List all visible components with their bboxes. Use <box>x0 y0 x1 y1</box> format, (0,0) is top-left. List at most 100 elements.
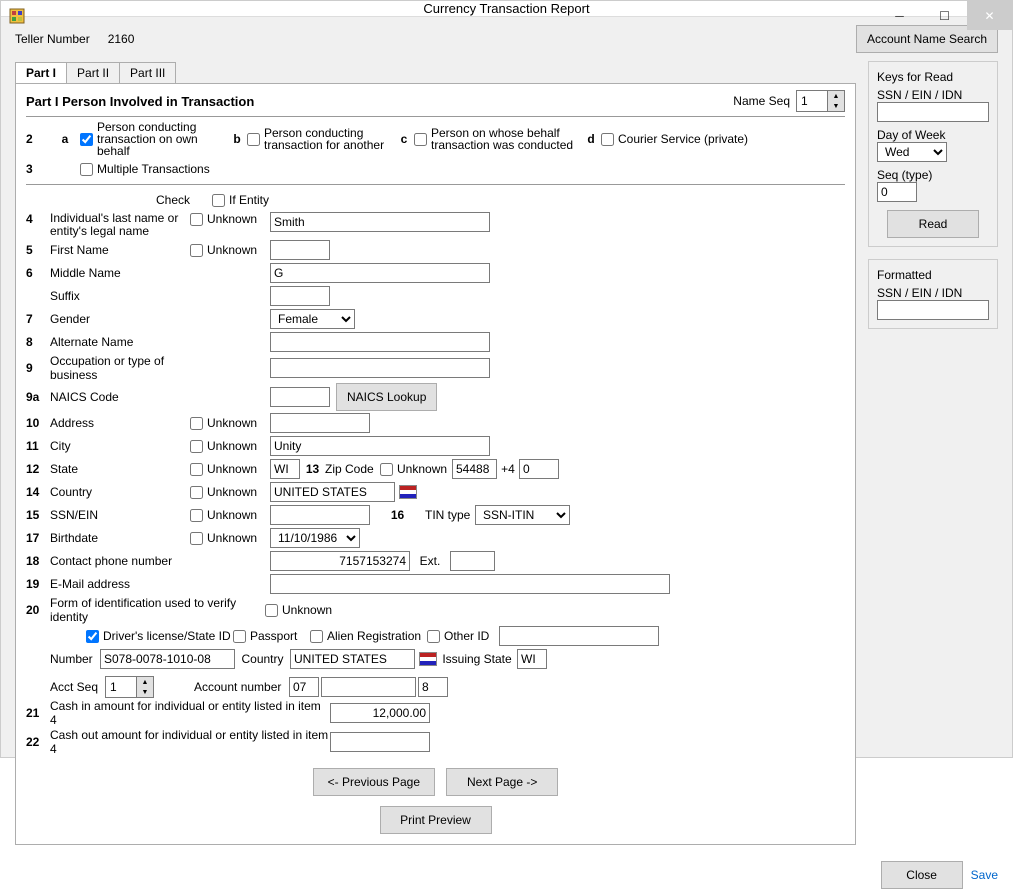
country-label: Country <box>50 485 190 499</box>
altname-input[interactable] <box>270 332 490 352</box>
flag-icon[interactable] <box>419 652 437 666</box>
prev-page-button[interactable]: <- Previous Page <box>313 768 435 796</box>
acctseq-spinner[interactable]: ▲▼ <box>105 676 154 698</box>
opt-b-check[interactable] <box>247 133 260 146</box>
item-18: 18 <box>26 554 50 568</box>
spin-down-icon[interactable]: ▼ <box>137 687 153 697</box>
city-input[interactable] <box>270 436 490 456</box>
issuing-label: Issuing State <box>437 652 517 666</box>
acct-suf-input[interactable] <box>418 677 448 697</box>
country-unknown-check[interactable] <box>190 486 203 499</box>
birthdate-select[interactable]: 11/10/1986 <box>270 528 360 548</box>
cashin-input[interactable] <box>330 703 430 723</box>
dl-check[interactable] <box>86 630 99 643</box>
middlename-input[interactable] <box>270 263 490 283</box>
lastname-input[interactable] <box>270 212 490 232</box>
teller-number-value: 2160 <box>108 32 135 46</box>
otherid-label: Other ID <box>444 629 499 643</box>
keys-title: Keys for Read <box>877 70 989 84</box>
passport-check[interactable] <box>233 630 246 643</box>
item-15: 15 <box>26 508 50 522</box>
next-page-button[interactable]: Next Page -> <box>446 768 558 796</box>
side-ssn-input[interactable] <box>877 102 989 122</box>
state-unknown-check[interactable] <box>190 463 203 476</box>
email-input[interactable] <box>270 574 670 594</box>
idnum-input[interactable] <box>100 649 235 669</box>
acct-mid-input[interactable] <box>321 677 416 697</box>
close-window-button[interactable]: ✕ <box>967 1 1012 30</box>
gender-label: Gender <box>50 312 190 326</box>
firstname-input[interactable] <box>270 240 330 260</box>
firstname-label: First Name <box>50 243 190 257</box>
cashout-label: Cash out amount for individual or entity… <box>50 728 330 756</box>
country-input[interactable] <box>270 482 395 502</box>
opt-a-label: a <box>50 132 80 146</box>
item-14: 14 <box>26 485 50 499</box>
item-6: 6 <box>26 266 50 280</box>
state-input[interactable] <box>270 459 300 479</box>
acctseq-label: Acct Seq <box>50 680 105 694</box>
ssn-input[interactable] <box>270 505 370 525</box>
formatted-title: Formatted <box>877 268 989 282</box>
side-ssn-label: SSN / EIN / IDN <box>877 88 989 102</box>
occupation-input[interactable] <box>270 358 490 378</box>
opt-c-check[interactable] <box>414 133 427 146</box>
otherid-input[interactable] <box>499 626 659 646</box>
read-button[interactable]: Read <box>887 210 979 238</box>
idform-unknown-check[interactable] <box>265 604 278 617</box>
item-20: 20 <box>26 603 50 617</box>
dow-select[interactable]: Wed <box>877 142 947 162</box>
ext-input[interactable] <box>450 551 495 571</box>
naics-lookup-button[interactable]: NAICS Lookup <box>336 383 437 411</box>
multi-trans-check[interactable] <box>80 163 93 176</box>
seq-input[interactable] <box>877 182 917 202</box>
address-unknown-check[interactable] <box>190 417 203 430</box>
opt-a-check[interactable] <box>80 133 93 146</box>
spin-up-icon[interactable]: ▲ <box>137 677 153 687</box>
tab-part1[interactable]: Part I <box>15 62 67 83</box>
acct-pre-input[interactable] <box>289 677 319 697</box>
if-entity-check[interactable] <box>212 194 225 207</box>
address-input[interactable] <box>270 413 370 433</box>
item-13: 13 <box>300 462 325 476</box>
tintype-select[interactable]: SSN-ITIN <box>475 505 570 525</box>
ext-label: Ext. <box>410 554 450 568</box>
maximize-button[interactable]: ☐ <box>922 1 967 30</box>
minimize-button[interactable]: ─ <box>877 1 922 30</box>
idcountry-input[interactable] <box>290 649 415 669</box>
save-link[interactable]: Save <box>971 868 998 882</box>
birthdate-unknown-check[interactable] <box>190 532 203 545</box>
tintype-label: TIN type <box>425 508 475 522</box>
phone-input[interactable] <box>270 551 410 571</box>
lastname-unknown-check[interactable] <box>190 213 203 226</box>
gender-select[interactable]: Female <box>270 309 355 329</box>
tab-part2[interactable]: Part II <box>66 62 120 83</box>
naics-input[interactable] <box>270 387 330 407</box>
spin-down-icon[interactable]: ▼ <box>828 101 844 111</box>
item-22: 22 <box>26 735 50 749</box>
ssn-label: SSN/EIN <box>50 508 190 522</box>
print-preview-button[interactable]: Print Preview <box>380 806 492 834</box>
suffix-input[interactable] <box>270 286 330 306</box>
flag-icon[interactable] <box>399 485 417 499</box>
firstname-unknown-check[interactable] <box>190 244 203 257</box>
zip-input[interactable] <box>452 459 497 479</box>
spin-up-icon[interactable]: ▲ <box>828 91 844 101</box>
formatted-panel: Formatted SSN / EIN / IDN <box>868 259 998 329</box>
opt-d-label: d <box>581 132 601 146</box>
otherid-check[interactable] <box>427 630 440 643</box>
close-button[interactable]: Close <box>881 861 963 889</box>
alien-check[interactable] <box>310 630 323 643</box>
zip-unknown-check[interactable] <box>380 463 393 476</box>
ssn-unknown-check[interactable] <box>190 509 203 522</box>
name-seq-spinner[interactable]: ▲▼ <box>796 90 845 112</box>
plus4-input[interactable] <box>519 459 559 479</box>
opt-d-check[interactable] <box>601 133 614 146</box>
item-16: 16 <box>370 508 425 522</box>
state-label: State <box>50 462 190 476</box>
cashout-input[interactable] <box>330 732 430 752</box>
tab-part3[interactable]: Part III <box>119 62 176 83</box>
formatted-ssn-input[interactable] <box>877 300 989 320</box>
city-unknown-check[interactable] <box>190 440 203 453</box>
issuing-input[interactable] <box>517 649 547 669</box>
